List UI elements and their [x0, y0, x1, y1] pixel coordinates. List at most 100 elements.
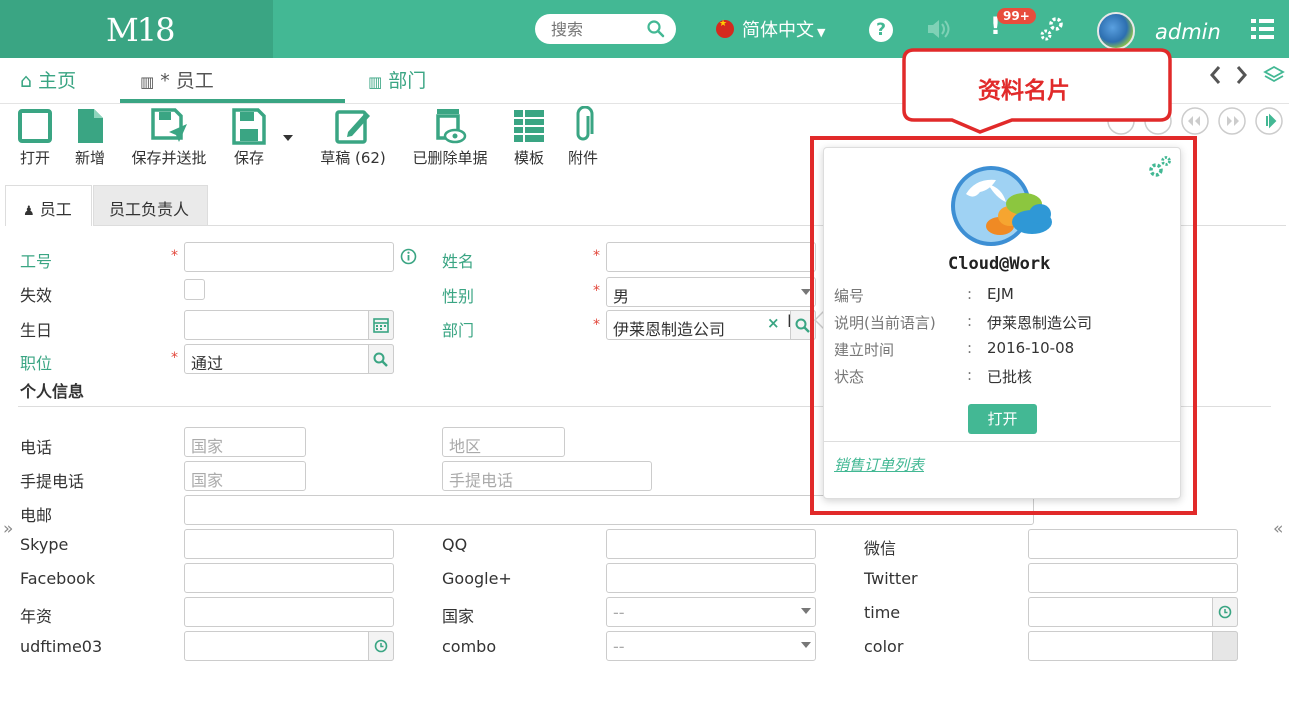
- inactive-label: 失效: [20, 286, 53, 305]
- expand-left-icon[interactable]: »: [3, 519, 13, 539]
- calendar-button[interactable]: [368, 310, 394, 340]
- skype-input[interactable]: [184, 529, 394, 559]
- help-icon[interactable]: ?: [869, 18, 893, 42]
- time-picker-button[interactable]: [1212, 597, 1238, 627]
- wechat-input[interactable]: [1028, 529, 1238, 559]
- color-swatch[interactable]: [1212, 631, 1238, 661]
- avatar[interactable]: [1097, 12, 1135, 50]
- logo-area[interactable]: M18: [0, 0, 273, 58]
- color-label: color: [864, 637, 904, 656]
- department-lookup[interactable]: 伊莱恩制造公司: [606, 310, 816, 340]
- search-input[interactable]: [551, 19, 649, 39]
- udftime-label: udftime03: [20, 637, 103, 656]
- expand-right-icon[interactable]: «: [1273, 519, 1283, 539]
- user-icon: ♟: [23, 204, 35, 219]
- required-marker: *: [171, 350, 178, 366]
- chevron-down-icon: ▼: [817, 26, 826, 39]
- speaker-icon[interactable]: [925, 16, 951, 46]
- language-label: 简体中文: [742, 20, 814, 41]
- clock-icon: [374, 639, 388, 653]
- new-document-icon: [78, 109, 103, 143]
- facebook-label: Facebook: [20, 569, 96, 588]
- settings-gear-icon[interactable]: [1038, 12, 1066, 46]
- required-marker: *: [593, 283, 600, 299]
- department-label: 部门: [442, 321, 475, 340]
- position-lookup[interactable]: 通过: [184, 344, 394, 374]
- clear-icon[interactable]: ×: [767, 314, 780, 332]
- attachment-button[interactable]: 附件: [565, 106, 601, 168]
- draft-edit-icon: [335, 110, 370, 144]
- tab-employee[interactable]: ▥ * 员工: [140, 66, 214, 93]
- name-input[interactable]: [606, 242, 816, 272]
- username[interactable]: admin: [1155, 20, 1221, 44]
- search-box[interactable]: [535, 14, 676, 44]
- gender-value: 男: [613, 287, 630, 306]
- qq-label: QQ: [442, 535, 468, 554]
- position-label: 职位: [20, 354, 53, 373]
- code-input[interactable]: [184, 242, 394, 272]
- mobile-country-input[interactable]: 国家: [184, 461, 306, 491]
- google-label: Google+: [442, 569, 512, 588]
- binders-icon: ▥: [140, 73, 155, 91]
- tab-employee-manager[interactable]: 员工负责人: [93, 185, 208, 226]
- phone-area-input[interactable]: 地区: [442, 427, 565, 457]
- birthday-input[interactable]: [184, 310, 394, 340]
- wechat-label: 微信: [864, 539, 897, 558]
- facebook-input[interactable]: [184, 563, 394, 593]
- draft-button[interactable]: 草稿 (62): [318, 106, 388, 168]
- twitter-label: Twitter: [864, 569, 918, 588]
- phone-label: 电话: [20, 438, 53, 457]
- qq-input[interactable]: [606, 529, 816, 559]
- binders-icon: ▥: [368, 73, 383, 91]
- deleted-records-button[interactable]: 已删除单据: [408, 106, 492, 168]
- email-label: 电邮: [20, 506, 53, 525]
- google-input[interactable]: [606, 563, 816, 593]
- color-input[interactable]: [1028, 631, 1238, 661]
- tab-department[interactable]: ▥ 部门: [368, 66, 426, 93]
- tab-home[interactable]: ⌂ 主页: [20, 66, 76, 93]
- trash-view-icon: [436, 109, 467, 144]
- mobile-input[interactable]: 手提电话: [442, 461, 652, 491]
- save-icon: [232, 108, 266, 145]
- chevron-left-icon: [1210, 66, 1221, 84]
- udftime-input[interactable]: [184, 631, 394, 661]
- app-logo[interactable]: M18: [106, 11, 175, 49]
- template-button[interactable]: 模板: [510, 106, 548, 168]
- combo-label: combo: [442, 637, 497, 656]
- gender-select[interactable]: 男: [606, 277, 816, 307]
- personal-info-heading: 个人信息: [20, 382, 85, 401]
- seniority-input[interactable]: [184, 597, 394, 627]
- tab-employee-form[interactable]: ♟ 员工: [5, 185, 92, 226]
- info-icon[interactable]: [400, 248, 417, 269]
- save-and-send-button[interactable]: 保存并送批: [127, 106, 211, 168]
- time-label: time: [864, 603, 901, 622]
- open-button[interactable]: 打开: [16, 106, 54, 168]
- calendar-icon: [373, 318, 389, 333]
- position-search-button[interactable]: [368, 344, 394, 374]
- home-icon: ⌂: [20, 70, 33, 92]
- layers-icon: [1263, 65, 1285, 83]
- search-icon[interactable]: [647, 20, 665, 42]
- twitter-input[interactable]: [1028, 563, 1238, 593]
- paperclip-icon: [576, 106, 594, 141]
- china-flag-icon: [716, 19, 734, 38]
- new-button[interactable]: 新增: [70, 106, 110, 168]
- active-tab-indicator: [120, 99, 345, 103]
- menu-list-icon[interactable]: [1250, 16, 1276, 46]
- save-dropdown-caret[interactable]: [283, 135, 293, 141]
- annotation-highlight-box: [810, 136, 1197, 515]
- save-send-icon: [151, 108, 187, 142]
- phone-country-input[interactable]: 国家: [184, 427, 306, 457]
- country-select[interactable]: --: [606, 597, 816, 627]
- notification-badge[interactable]: 99+: [997, 8, 1036, 24]
- seniority-label: 年资: [20, 607, 53, 626]
- chevron-right-icon: [1236, 66, 1247, 84]
- time-input[interactable]: [1028, 597, 1238, 627]
- inactive-checkbox[interactable]: [184, 279, 205, 300]
- combo-select[interactable]: --: [606, 631, 816, 661]
- time-picker-button[interactable]: [368, 631, 394, 661]
- language-selector[interactable]: 简体中文▼: [716, 16, 825, 42]
- chevron-down-icon: [801, 608, 811, 614]
- annotation-callout-text: 资料名片: [978, 78, 1070, 104]
- save-button[interactable]: 保存: [229, 106, 269, 168]
